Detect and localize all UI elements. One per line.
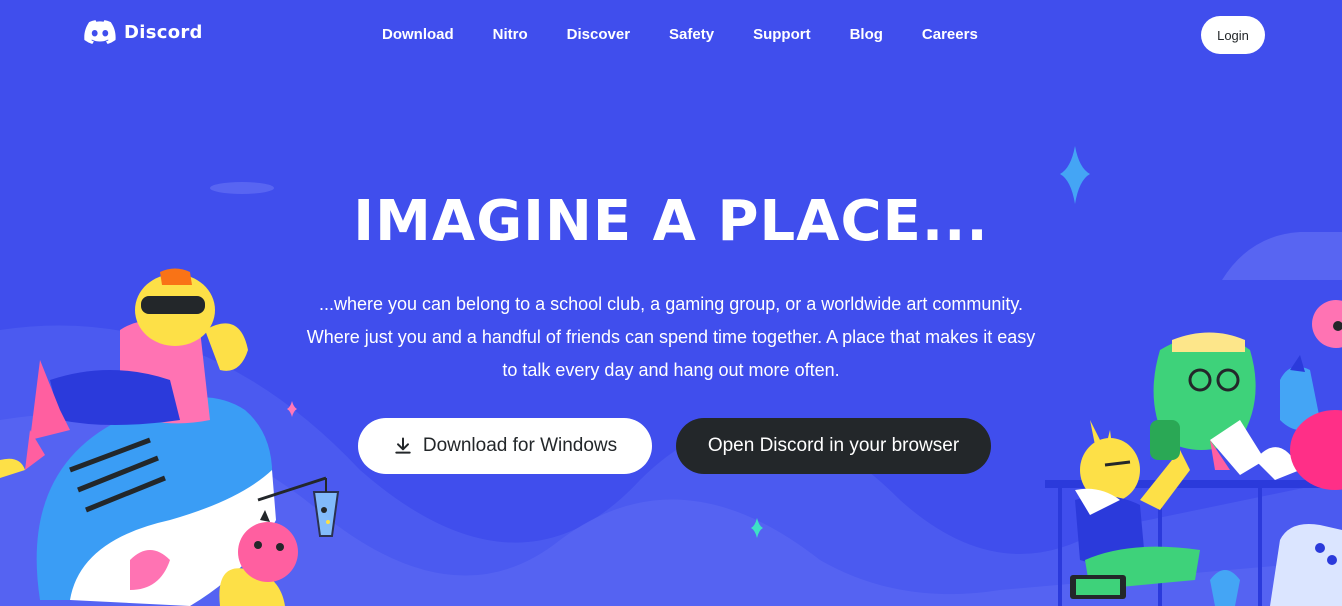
hero-description-line: to talk every day and hang out more ofte… [502,360,840,380]
login-button[interactable]: Login [1201,16,1265,54]
right-group-illustration [1045,300,1342,606]
open-in-browser-button[interactable]: Open Discord in your browser [676,418,991,474]
nav-item-safety[interactable]: Safety [669,25,714,45]
hero-description-line: ...where you can belong to a school club… [318,294,1024,314]
browser-button-label: Open Discord in your browser [707,435,960,456]
nav-item-download[interactable]: Download [382,25,454,45]
site-header: Discord Download Nitro Discover Safety S… [0,0,1342,70]
hero-description: ...where you can belong to a school club… [276,288,1066,387]
nav-item-blog[interactable]: Blog [850,25,883,45]
hero-description-line: Where just you and a handful of friends … [306,327,1036,347]
nav-item-nitro[interactable]: Nitro [493,25,528,45]
hero-title: IMAGINE A PLACE... [353,189,989,254]
nav-item-support[interactable]: Support [753,25,811,45]
download-button-label: Download for Windows [422,435,618,456]
download-icon [395,437,411,454]
nav-item-discover[interactable]: Discover [567,25,630,45]
main-nav: Download Nitro Discover Safety Support B… [382,25,1017,45]
nav-item-careers[interactable]: Careers [922,25,978,45]
download-for-windows-button[interactable]: Download for Windows [358,418,652,474]
discord-logo-icon [84,20,116,44]
brand-name: Discord [124,21,203,43]
discord-logo[interactable]: Discord [84,20,203,44]
